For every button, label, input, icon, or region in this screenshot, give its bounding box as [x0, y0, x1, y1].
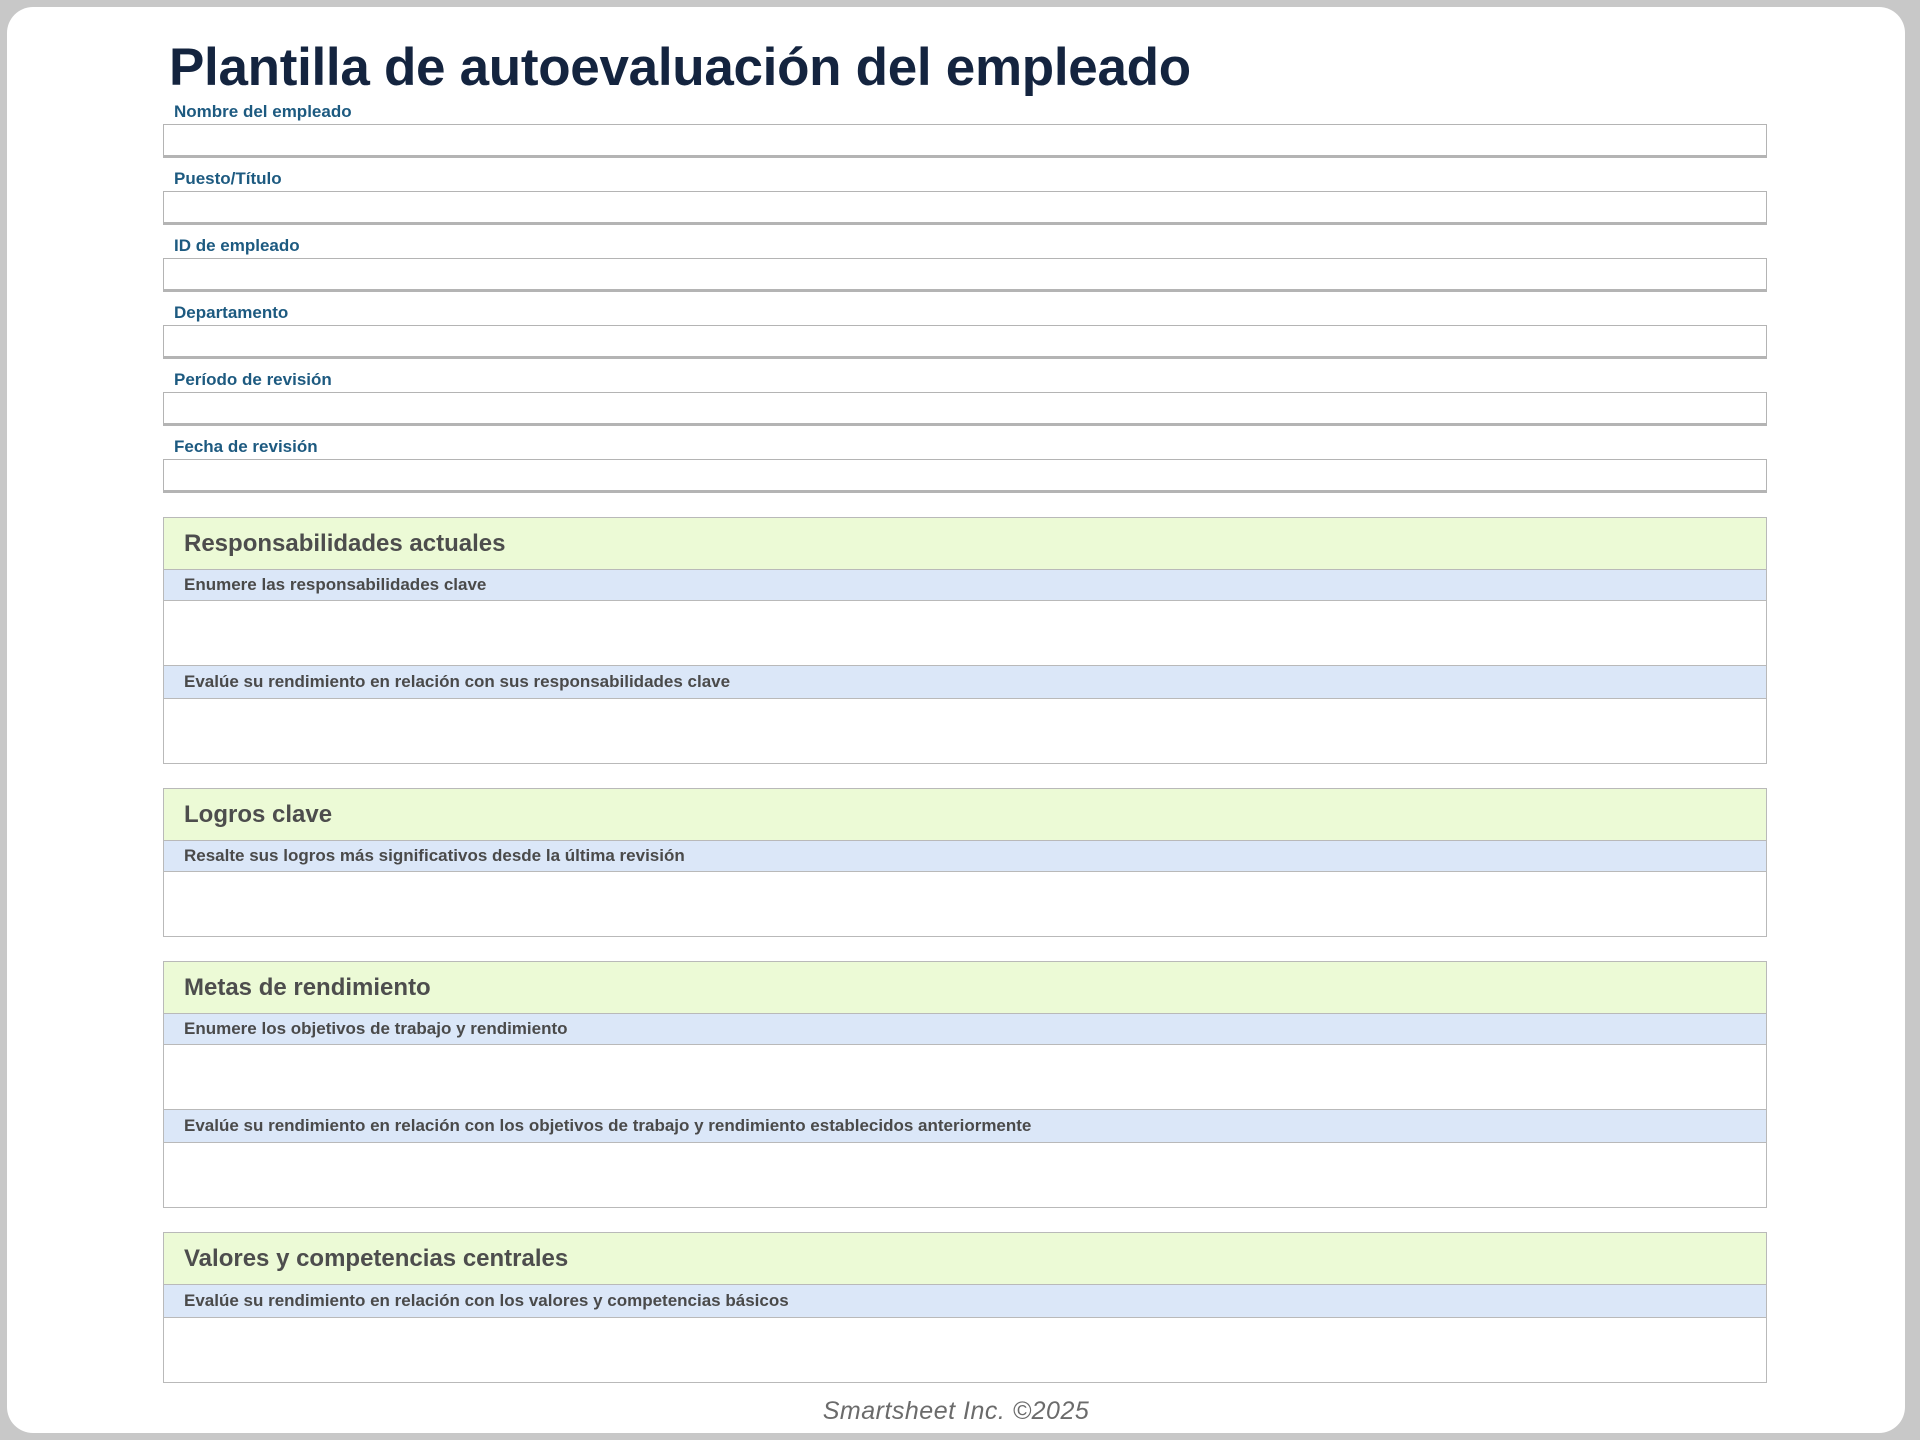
- prompt-label: Enumere los objetivos de trabajo y rendi…: [164, 1014, 1766, 1045]
- section-current-responsibilities: Responsabilidades actuales Enumere las r…: [163, 517, 1767, 764]
- achievements-answer-box[interactable]: [164, 872, 1766, 936]
- position-title-input[interactable]: [163, 191, 1767, 225]
- field-label: Departamento: [174, 303, 289, 322]
- document-page: Plantilla de autoevaluación del empleado…: [7, 7, 1905, 1433]
- goals-performance-answer-box[interactable]: [164, 1143, 1766, 1207]
- field-label: Período de revisión: [174, 370, 332, 389]
- review-date-input[interactable]: [163, 459, 1767, 493]
- prompt-label: Evalúe su rendimiento en relación con lo…: [164, 1110, 1766, 1143]
- department-input[interactable]: [163, 325, 1767, 359]
- responsibilities-performance-answer-box[interactable]: [164, 699, 1766, 763]
- section-core-values: Valores y competencias centrales Evalúe …: [163, 1232, 1767, 1383]
- section-heading: Responsabilidades actuales: [164, 518, 1766, 570]
- field-review-period: Período de revisión: [163, 369, 1767, 426]
- footer-copyright: Smartsheet Inc. ©2025: [822, 1397, 1090, 1425]
- responsibilities-answer-box[interactable]: [164, 601, 1766, 666]
- section-performance-goals: Metas de rendimiento Enumere los objetiv…: [163, 961, 1767, 1208]
- field-label: Fecha de revisión: [174, 437, 318, 456]
- field-label: Nombre del empleado: [174, 102, 352, 121]
- field-position-title: Puesto/Título: [163, 168, 1767, 225]
- document-title: Plantilla de autoevaluación del empleado: [169, 38, 1191, 97]
- prompt-label: Enumere las responsabilidades clave: [164, 570, 1766, 601]
- goals-answer-box[interactable]: [164, 1045, 1766, 1110]
- prompt-label: Evalúe su rendimiento en relación con lo…: [164, 1285, 1766, 1318]
- section-key-achievements: Logros clave Resalte sus logros más sign…: [163, 788, 1767, 937]
- field-label: Puesto/Título: [174, 169, 282, 188]
- employee-id-input[interactable]: [163, 258, 1767, 292]
- section-heading: Metas de rendimiento: [164, 962, 1766, 1014]
- employee-name-input[interactable]: [163, 124, 1767, 158]
- document-content: Plantilla de autoevaluación del empleado…: [163, 7, 1767, 1407]
- core-values-answer-box[interactable]: [164, 1318, 1766, 1382]
- field-employee-name: Nombre del empleado: [163, 101, 1767, 158]
- prompt-label: Evalúe su rendimiento en relación con su…: [164, 666, 1766, 699]
- field-label: ID de empleado: [174, 236, 300, 255]
- field-review-date: Fecha de revisión: [163, 436, 1767, 493]
- prompt-label: Resalte sus logros más significativos de…: [164, 841, 1766, 872]
- section-heading: Valores y competencias centrales: [164, 1233, 1766, 1285]
- field-employee-id: ID de empleado: [163, 235, 1767, 292]
- section-heading: Logros clave: [164, 789, 1766, 841]
- field-department: Departamento: [163, 302, 1767, 359]
- review-period-input[interactable]: [163, 392, 1767, 426]
